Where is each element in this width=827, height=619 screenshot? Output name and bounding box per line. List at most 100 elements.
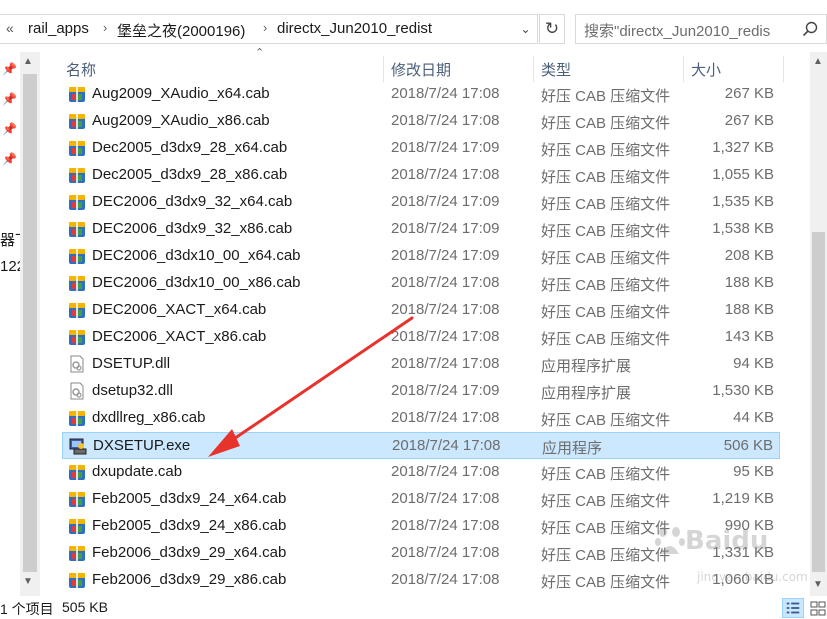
cab-archive-icon [68,247,86,265]
breadcrumb-rail-apps[interactable]: rail_apps [28,20,89,37]
file-row[interactable]: Aug2009_XAudio_x64.cab 2018/7/24 17:08 好压 … [62,81,780,108]
nav-scroll-up-icon[interactable]: ▲ [23,56,33,67]
search-icon[interactable] [802,21,818,37]
file-row[interactable]: dsetup32.dll 2018/7/24 17:09 应用程序扩展 1,530 K… [62,378,780,405]
nav-scrollbar-thumb[interactable] [23,74,37,572]
pin-icon[interactable]: 📌 [2,122,17,136]
file-row[interactable]: DXSETUP.exe 2018/7/24 17:08 应用程序 506 KB [62,432,780,459]
file-size: 188 KB [724,274,774,291]
file-row[interactable]: DEC2006_d3dx9_32_x86.cab 2018/7/24 17:09 好… [62,216,780,243]
file-date: 2018/7/24 17:09 [391,193,500,210]
file-name: DEC2006_d3dx10_00_x64.cab [92,247,301,264]
scroll-up-icon[interactable]: ▲ [813,56,823,67]
file-name: DEC2006_XACT_x64.cab [92,301,267,318]
details-view-icon[interactable] [782,598,804,618]
file-size: 1,327 KB [712,139,774,156]
file-row[interactable]: Feb2005_d3dx9_24_x64.cab 2018/7/24 17:08 好… [62,486,780,513]
file-type: 好压 CAB 压缩文件 [541,466,671,483]
file-type: 应用程序扩展 [541,385,632,402]
file-row[interactable]: dxupdate.cab 2018/7/24 17:08 好压 CAB 压缩文件 95… [62,459,780,486]
file-date: 2018/7/24 17:08 [391,463,500,480]
column-divider[interactable] [533,56,534,82]
pin-icon[interactable]: 📌 [2,152,17,166]
cab-archive-icon [68,139,86,157]
file-size: 506 KB [723,437,773,454]
dll-file-icon [68,382,86,400]
file-date: 2018/7/24 17:09 [391,139,500,156]
refresh-button[interactable]: ↻ [539,14,565,44]
file-date: 2018/7/24 17:08 [391,274,500,291]
file-row[interactable]: Dec2005_d3dx9_28_x64.cab 2018/7/24 17:09 好… [62,135,780,162]
file-date: 2018/7/24 17:08 [392,437,501,454]
file-name: dxupdate.cab [92,463,183,480]
file-date: 2018/7/24 17:08 [391,166,500,183]
column-divider[interactable] [783,56,784,82]
large-icons-view-icon[interactable] [808,598,827,618]
file-name: Dec2005_d3dx9_28_x64.cab [92,139,288,156]
column-type[interactable]: 类型 [541,59,571,80]
file-type: 好压 CAB 压缩文件 [541,223,671,240]
cab-archive-icon [68,571,86,589]
file-row[interactable]: DEC2006_XACT_x86.cab 2018/7/24 17:08 好压 CA… [62,324,780,351]
breadcrumb-directx[interactable]: directx_Jun2010_redist [277,20,432,37]
file-name: DSETUP.dll [92,355,171,372]
breadcrumb-separator-icon[interactable]: › [103,20,107,35]
search-input[interactable]: 搜索"directx_Jun2010_redis [575,14,827,44]
file-size: 1,535 KB [712,193,774,210]
column-divider[interactable] [683,56,684,82]
selection-count: 1 个项目 [0,601,54,617]
breadcrumb-fortnite[interactable]: 堡垒之夜(2000196) [117,20,245,41]
file-list: Aug2009_XAudio_x64.cab 2018/7/24 17:08 好压 … [40,81,810,595]
cab-archive-icon [68,490,86,508]
file-type: 好压 CAB 压缩文件 [541,250,671,267]
file-list-scrollbar[interactable]: ▲ ▼ [810,52,827,596]
file-type: 应用程序 [542,440,603,457]
file-row[interactable]: Dec2005_d3dx9_28_x86.cab 2018/7/24 17:08 好… [62,162,780,189]
file-date: 2018/7/24 17:08 [391,112,500,129]
cab-archive-icon [68,193,86,211]
file-type: 好压 CAB 压缩文件 [541,169,671,186]
breadcrumb-separator-icon[interactable]: › [263,20,267,35]
file-row[interactable]: DEC2006_d3dx10_00_x86.cab 2018/7/24 17:08… [62,270,780,297]
file-row[interactable]: Aug2009_XAudio_x86.cab 2018/7/24 17:08 好压 … [62,108,780,135]
cab-archive-icon [68,166,86,184]
address-bar: « rail_apps › 堡垒之夜(2000196) › directx_Ju… [0,0,827,52]
file-row[interactable]: DSETUP.dll 2018/7/24 17:08 应用程序扩展 94 KB [62,351,780,378]
file-row[interactable]: dxdllreg_x86.cab 2018/7/24 17:08 好压 CAB 压缩… [62,405,780,432]
file-date: 2018/7/24 17:08 [391,301,500,318]
file-date: 2018/7/24 17:08 [391,328,500,345]
file-type: 好压 CAB 压缩文件 [541,574,671,591]
file-type: 好压 CAB 压缩文件 [541,520,671,537]
overflow-chevrons-icon[interactable]: « [6,20,14,36]
file-row[interactable]: DEC2006_d3dx10_00_x64.cab 2018/7/24 17:09… [62,243,780,270]
cab-archive-icon [68,85,86,103]
breadcrumb[interactable]: « rail_apps › 堡垒之夜(2000196) › directx_Ju… [0,14,538,44]
file-size: 208 KB [724,247,774,264]
file-name: Feb2006_d3dx9_29_x86.cab [92,571,287,588]
file-size: 95 KB [733,463,774,480]
file-type: 应用程序扩展 [541,358,632,375]
column-date[interactable]: 修改日期 [391,59,451,80]
paw-icon [655,527,685,554]
file-row[interactable]: DEC2006_d3dx9_32_x64.cab 2018/7/24 17:09 好… [62,189,780,216]
file-row[interactable]: DEC2006_XACT_x64.cab 2018/7/24 17:08 好压 CA… [62,297,780,324]
dll-file-icon [68,355,86,373]
file-type: 好压 CAB 压缩文件 [541,196,671,213]
file-size: 267 KB [724,112,774,129]
address-dropdown-icon[interactable]: ⌄ [513,14,538,44]
navigation-pane: 📌 📌 📌 📌 器丅 122 ▲ ▼ [0,52,40,596]
file-size: 44 KB [733,409,774,426]
pin-icon[interactable]: 📌 [2,62,17,76]
file-type: 好压 CAB 压缩文件 [541,115,671,132]
column-size[interactable]: 大小 [691,59,721,80]
cab-archive-icon [68,274,86,292]
file-name: dsetup32.dll [92,382,173,399]
pin-icon[interactable]: 📌 [2,92,17,106]
column-divider[interactable] [383,56,384,82]
nav-scroll-down-icon[interactable]: ▼ [23,576,33,587]
file-name: Aug2009_XAudio_x64.cab [92,85,270,102]
watermark-url: jingyan.baidu.com [697,570,808,584]
file-name: Feb2005_d3dx9_24_x64.cab [92,490,287,507]
file-name: dxdllreg_x86.cab [92,409,206,426]
column-name[interactable]: 名称 [66,59,96,80]
